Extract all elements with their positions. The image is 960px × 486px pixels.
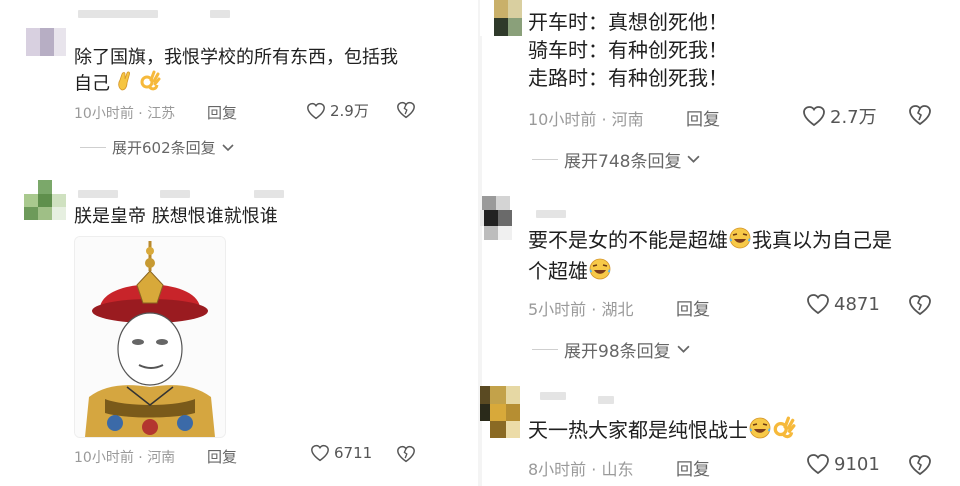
username-placeholder[interactable] [78,190,118,198]
avatar[interactable] [480,196,520,240]
like-button[interactable]: 4871 [806,293,880,315]
chevron-down-icon [687,155,700,163]
dislike-button[interactable] [908,454,932,480]
rolling-laughing-emoji-icon [748,416,772,447]
broken-heart-icon [397,445,415,463]
broken-heart-icon [397,101,415,119]
username-placeholder[interactable] [540,392,566,400]
comment-meta: 5小时前 · 湖北 [528,300,634,319]
left-comment-column: 除了国旗，我恨学校的所有东西，包括我 自己 10小时前 · 江苏 回复 2.9万… [0,0,480,486]
comment-text: 朕是皇帝 朕想恨谁就恨谁 [74,206,278,227]
dislike-button[interactable] [908,294,932,320]
username-placeholder[interactable] [78,10,158,18]
comment-text: 开车时：真想创死他！ 骑车时：有种创死我！ 走路时：有种创死我！ [528,10,728,90]
like-count: 2.9万 [330,102,369,120]
avatar[interactable] [26,28,66,56]
like-button[interactable]: 9101 [806,453,880,475]
reply-button[interactable]: 回复 [676,295,710,320]
reply-button[interactable]: 回复 [207,446,237,467]
comment-meta: 10小时前 · 河南 [74,450,176,466]
heart-icon [311,444,329,462]
emperor-meme-sticker-image[interactable] [74,236,226,438]
dislike-button[interactable] [396,445,416,467]
dislike-button[interactable] [396,101,416,123]
like-count: 4871 [834,293,880,315]
username-placeholder [254,190,284,198]
divider-line [532,349,558,350]
username-placeholder [598,396,614,404]
heart-icon [803,106,825,127]
broken-heart-icon [909,295,931,316]
expand-replies-button[interactable]: 展开602条回复 [80,137,234,158]
expand-replies-button[interactable]: 展开748条回复 [532,147,700,172]
crossed-fingers-emoji-icon [116,71,134,98]
comment-meta: 10小时前 · 江苏 [74,106,176,122]
broken-heart-icon [909,105,931,126]
avatar[interactable] [480,0,522,36]
reply-button[interactable]: 回复 [207,102,237,123]
heart-icon [807,454,829,475]
like-button[interactable]: 6711 [310,444,372,462]
divider-line [532,159,558,160]
username-placeholder [160,190,190,198]
reply-button[interactable]: 回复 [676,455,710,480]
right-comment-column: 开车时：真想创死他！ 骑车时：有种创死我！ 走路时：有种创死我！ 10小时前 ·… [480,0,960,486]
rolling-laughing-emoji-icon [728,226,752,257]
broken-heart-icon [909,455,931,476]
chevron-down-icon [677,345,690,353]
rolling-laughing-emoji-icon [588,257,612,288]
heart-icon [307,102,325,119]
ok-hand-emoji-icon [772,416,796,447]
like-count: 9101 [834,453,880,475]
comment-meta: 8小时前 · 山东 [528,460,634,479]
avatar[interactable] [24,180,66,220]
avatar[interactable] [480,386,520,438]
heart-icon [807,294,829,315]
reply-button[interactable]: 回复 [686,105,720,130]
like-button[interactable]: 2.9万 [306,100,369,121]
comment-meta: 10小时前 · 河南 [528,110,644,129]
chevron-down-icon [222,143,234,151]
like-count: 6711 [334,444,373,462]
divider-line [80,147,106,148]
expand-replies-button[interactable]: 展开98条回复 [532,337,690,362]
like-count: 2.7万 [830,107,877,128]
comment-text: 天一热大家都是纯恨战士 [528,416,796,447]
comment-text: 要不是女的不能是超雄 我真以为自己是 个超雄 [528,226,892,288]
username-placeholder [210,10,230,18]
like-button[interactable]: 2.7万 [802,103,877,129]
comment-text: 除了国旗，我恨学校的所有东西，包括我 自己 [74,45,398,99]
username-placeholder[interactable] [536,210,566,218]
ok-hand-emoji-icon [139,70,161,99]
dislike-button[interactable] [908,104,932,130]
